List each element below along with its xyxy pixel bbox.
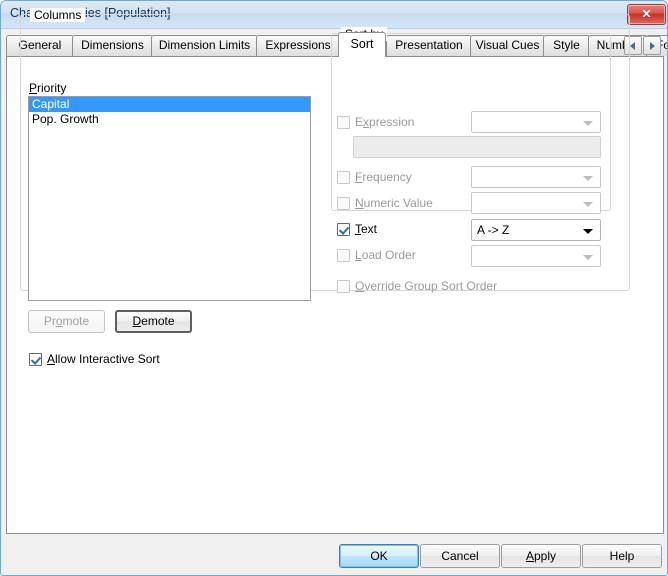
expression-text-field[interactable]	[353, 136, 601, 158]
sort-expression-label: Expression	[355, 115, 415, 129]
promote-button-label-a: Pr	[43, 314, 56, 328]
sort-numeric-value-accel: N	[355, 196, 364, 210]
ok-button-label: OK	[370, 549, 388, 563]
sort-load-order-accel: L	[355, 248, 362, 262]
sort-expression-combo[interactable]	[471, 111, 601, 133]
sort-numeric-value-label: Numeric Value	[355, 196, 433, 210]
allow-interactive-sort-checkbox[interactable]	[29, 353, 42, 366]
sort-numeric-value-combo[interactable]	[471, 192, 601, 214]
promote-button-accel: o	[55, 314, 63, 328]
promote-button[interactable]: Promote	[28, 310, 105, 333]
apply-button-label-rest: pply	[534, 549, 557, 563]
sort-text-label: Text	[355, 222, 378, 236]
apply-button[interactable]: Apply	[501, 544, 581, 568]
help-button-label: Help	[609, 549, 635, 563]
chevron-down-icon	[583, 255, 593, 260]
tab-scroll-right-button[interactable]	[643, 36, 661, 55]
override-group-sort-order-accel: O	[355, 279, 365, 293]
chart-properties-dialog: Chart Properties [Population] ✕ General …	[0, 0, 668, 576]
list-item-label: Pop. Growth	[32, 112, 99, 126]
sort-text-combo[interactable]: A -> Z	[471, 219, 601, 241]
sort-expression-checkbox[interactable]	[337, 116, 350, 129]
dialog-footer: OK Cancel Apply Help	[1, 534, 667, 575]
chevron-down-icon	[583, 121, 593, 126]
override-group-sort-order-label: Override Group Sort Order	[355, 279, 498, 293]
priority-listbox[interactable]: Capital Pop. Growth	[28, 96, 311, 301]
sort-frequency-checkbox[interactable]	[337, 171, 350, 184]
demote-button[interactable]: Demote	[115, 310, 192, 333]
list-item-label: Capital	[32, 97, 70, 111]
chevron-down-icon	[583, 176, 593, 181]
sort-load-order-checkbox[interactable]	[337, 249, 350, 262]
priority-label: Priority	[29, 81, 66, 95]
priority-label-rest: riority	[37, 81, 67, 95]
chevron-down-icon	[583, 229, 593, 234]
sort-text-accel: T	[355, 222, 361, 236]
columns-groupbox-legend: Columns	[30, 8, 86, 22]
sort-frequency-combo[interactable]	[471, 166, 601, 188]
help-button[interactable]: Help	[582, 544, 662, 568]
sort-numeric-value-checkbox[interactable]	[337, 197, 350, 210]
tab-label: Sort	[350, 37, 374, 51]
list-item[interactable]: Capital	[29, 97, 310, 112]
tab-sort[interactable]: Sort	[338, 32, 386, 57]
list-item[interactable]: Pop. Growth	[29, 112, 310, 127]
sort-text-combo-value: A -> Z	[477, 223, 510, 237]
sort-expression-accel: x	[363, 115, 370, 129]
chevron-down-icon	[583, 202, 593, 207]
apply-button-accel: A	[525, 549, 534, 563]
sort-frequency-accel: F	[355, 170, 363, 184]
priority-label-accel: P	[29, 81, 38, 95]
override-group-sort-order-checkbox[interactable]	[337, 280, 350, 293]
close-button[interactable]: ✕	[627, 4, 666, 25]
sort-load-order-label: Load Order	[355, 248, 416, 262]
demote-button-label-rest: emote	[141, 314, 175, 328]
close-icon: ✕	[641, 7, 652, 21]
ok-button[interactable]: OK	[339, 544, 419, 568]
promote-button-label-b: mote	[62, 314, 90, 328]
sort-load-order-combo[interactable]	[471, 245, 601, 267]
cancel-button[interactable]: Cancel	[420, 544, 500, 568]
sort-frequency-label: Frequency	[355, 170, 412, 184]
sort-text-checkbox[interactable]	[337, 223, 350, 236]
chevron-left-icon	[630, 41, 635, 50]
allow-interactive-sort-accel: A	[47, 352, 56, 366]
demote-button-accel: D	[132, 314, 142, 328]
allow-interactive-sort-label: Allow Interactive Sort	[47, 352, 160, 366]
chevron-right-icon	[650, 41, 655, 50]
cancel-button-label: Cancel	[441, 549, 479, 563]
